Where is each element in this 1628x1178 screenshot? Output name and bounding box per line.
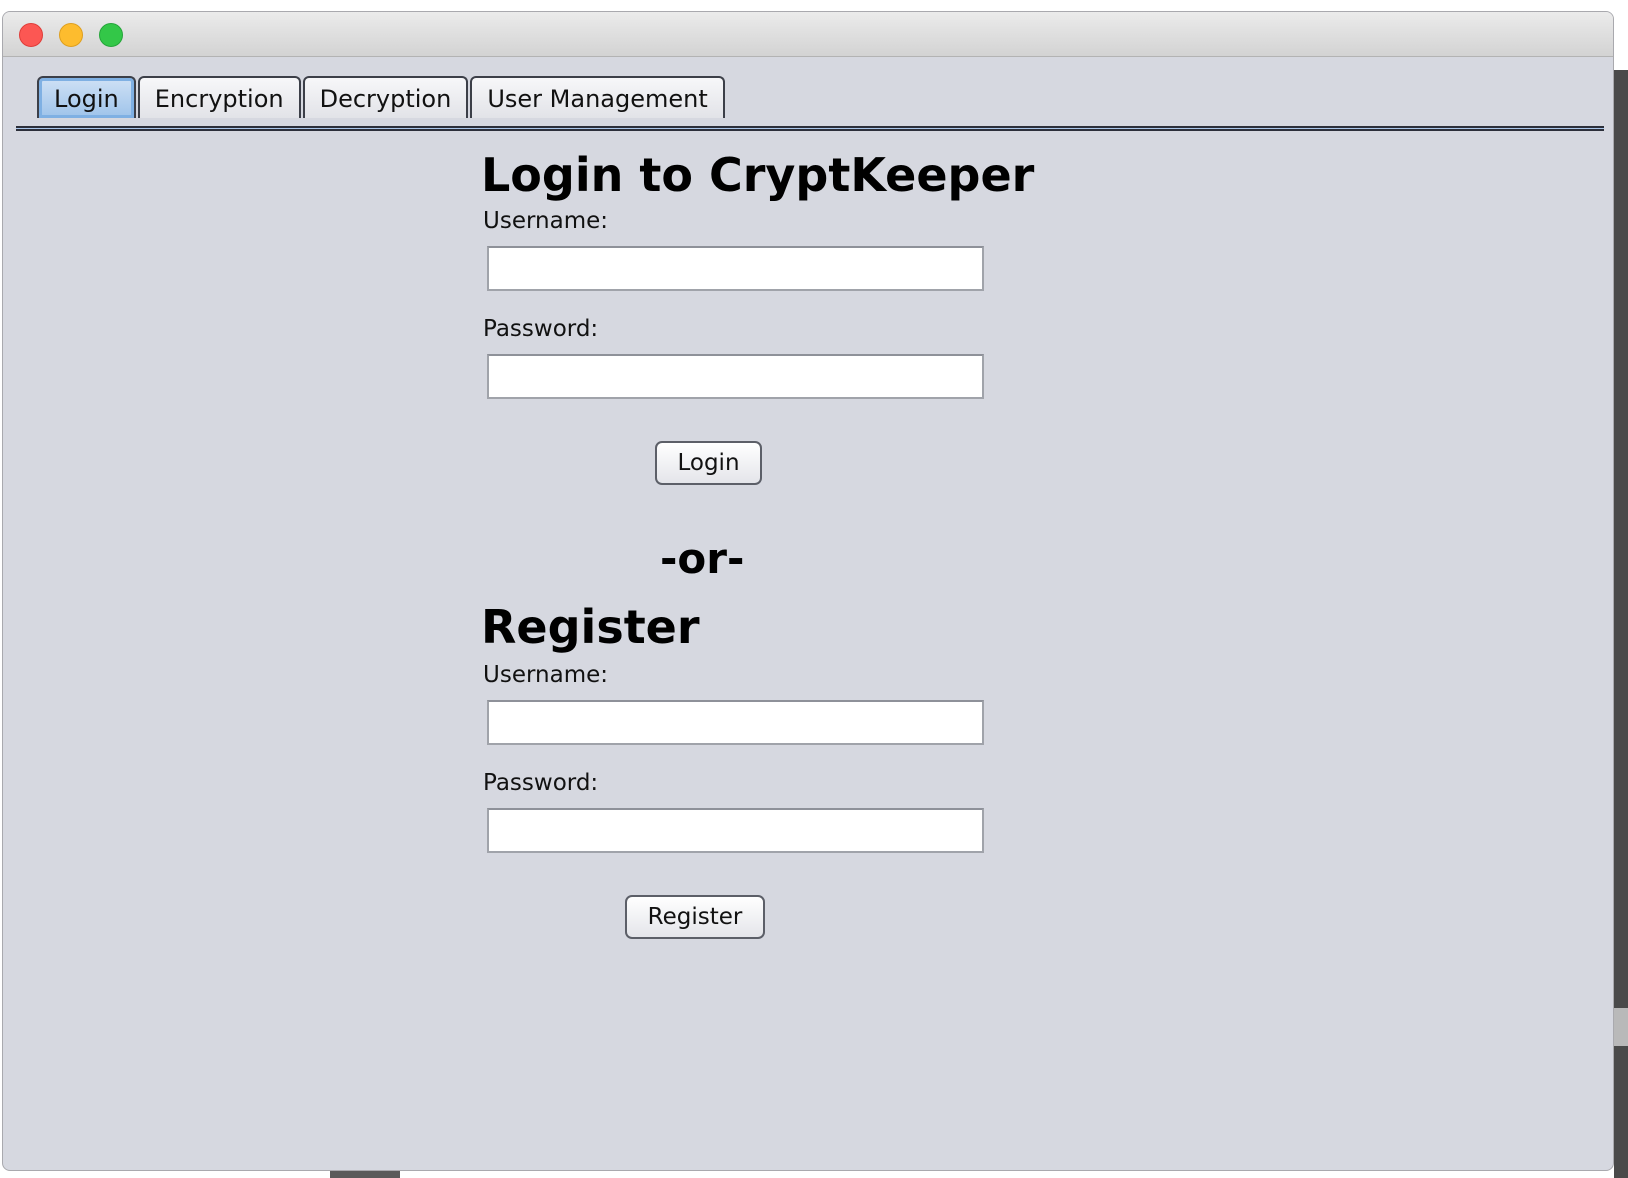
login-username-input[interactable] <box>487 246 984 291</box>
register-username-label: Username: <box>483 662 608 688</box>
tab-login[interactable]: Login <box>37 76 136 118</box>
tab-bar: Login Encryption Decryption User Managem… <box>37 74 727 118</box>
maximize-window-button[interactable] <box>99 23 123 47</box>
register-button[interactable]: Register <box>625 895 765 939</box>
tab-decryption[interactable]: Decryption <box>302 76 469 118</box>
register-password-label: Password: <box>483 770 599 796</box>
tab-user-management[interactable]: User Management <box>470 76 725 118</box>
close-window-button[interactable] <box>19 23 43 47</box>
or-separator: -or- <box>660 534 745 583</box>
login-button[interactable]: Login <box>655 441 762 485</box>
login-password-input[interactable] <box>487 354 984 399</box>
minimize-window-button[interactable] <box>59 23 83 47</box>
tab-encryption[interactable]: Encryption <box>137 76 301 118</box>
register-username-input[interactable] <box>487 700 984 745</box>
app-window: Login Encryption Decryption User Managem… <box>2 11 1614 1171</box>
title-bar[interactable] <box>3 12 1613 57</box>
login-password-label: Password: <box>483 316 599 342</box>
login-heading: Login to CryptKeeper <box>481 148 1035 202</box>
register-heading: Register <box>481 600 700 654</box>
login-username-label: Username: <box>483 208 608 234</box>
desktop-background-stripe <box>1614 1008 1628 1046</box>
tab-content-border <box>16 126 1604 131</box>
register-password-input[interactable] <box>487 808 984 853</box>
